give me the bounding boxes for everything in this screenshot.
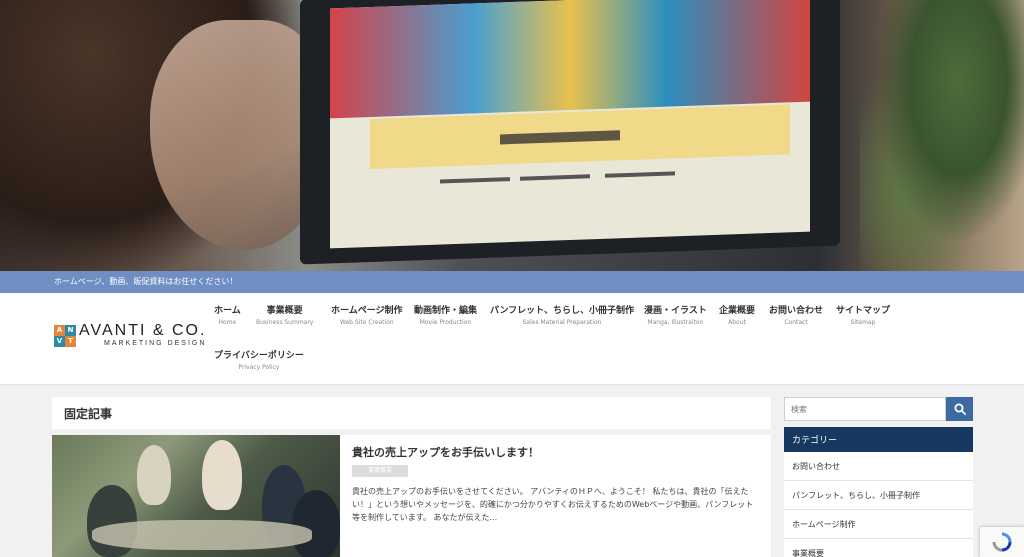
search-button[interactable] [946, 397, 973, 421]
nav-item-web-site-creation[interactable]: ホームページ制作 Web Site Creation [331, 305, 403, 328]
nav-item-sitemap[interactable]: サイトマップ Sitemap [836, 305, 890, 328]
fixed-post-card[interactable]: 貴社の売上アップをお手伝いします！ 事業概要 貴社の売上アップのお手伝いをさせて… [52, 435, 771, 557]
recaptcha-icon [992, 532, 1012, 552]
category-item-business-summary[interactable]: 事業概要 [784, 539, 973, 557]
nav-item-home[interactable]: ホーム Home [214, 305, 241, 328]
logo-name: AVANTI & CO. [79, 322, 207, 339]
recaptcha-badge[interactable] [980, 527, 1024, 557]
nav-item-movie-production[interactable]: 動画制作・編集 Movie Production [414, 305, 477, 328]
section-title: 固定記事 [64, 407, 113, 421]
nav-item-contact[interactable]: お問い合わせ Contact [769, 305, 823, 328]
site-header: A N V T AVANTI & CO. MARKETING DESIGN ホー… [0, 293, 1024, 385]
nav-item-business-summary[interactable]: 事業概要 Business Summary [256, 305, 313, 328]
site-logo[interactable]: A N V T AVANTI & CO. MARKETING DESIGN [54, 323, 206, 349]
category-item-web-site[interactable]: ホームページ制作 [784, 510, 973, 539]
nav-item-privacy-policy[interactable]: プライバシーポリシー Privacy Policy [214, 350, 304, 373]
post-excerpt: 貴社の売上アップのお手伝いをさせてください。 アバンティのＨＰへ、ようこそ！ 私… [352, 487, 754, 522]
search-icon [954, 403, 966, 415]
tagline-text: ホームページ、動画、販促資料はお任せください！ [54, 277, 238, 286]
post-category-badge[interactable]: 事業概要 [352, 465, 408, 477]
post-title[interactable]: 貴社の売上アップをお手伝いします！ [352, 444, 539, 460]
search-form [784, 397, 973, 421]
category-item-sales-material[interactable]: パンフレット、ちらし、小冊子制作 [784, 481, 973, 510]
category-widget-heading: カテゴリー [784, 427, 973, 452]
logo-subtitle: MARKETING DESIGN [104, 340, 207, 347]
post-thumbnail[interactable] [52, 435, 340, 557]
tagline-bar: ホームページ、動画、販促資料はお任せください！ [0, 271, 1024, 293]
category-list: お問い合わせ パンフレット、ちらし、小冊子制作 ホームページ制作 事業概要 [784, 452, 973, 557]
section-title-box: 固定記事 [52, 397, 771, 429]
nav-item-sales-material[interactable]: パンフレット、ちらし、小冊子制作 Sales Material Preparat… [490, 305, 634, 328]
search-input[interactable] [784, 397, 946, 421]
logo-mark-icon: A N V T [54, 325, 76, 347]
nav-item-manga-illustration[interactable]: 漫画・イラスト Manga, Illustraiton [644, 305, 707, 328]
hero-banner-image [0, 0, 1024, 271]
category-item-contact[interactable]: お問い合わせ [784, 452, 973, 481]
nav-item-about[interactable]: 企業概要 About [719, 305, 755, 328]
